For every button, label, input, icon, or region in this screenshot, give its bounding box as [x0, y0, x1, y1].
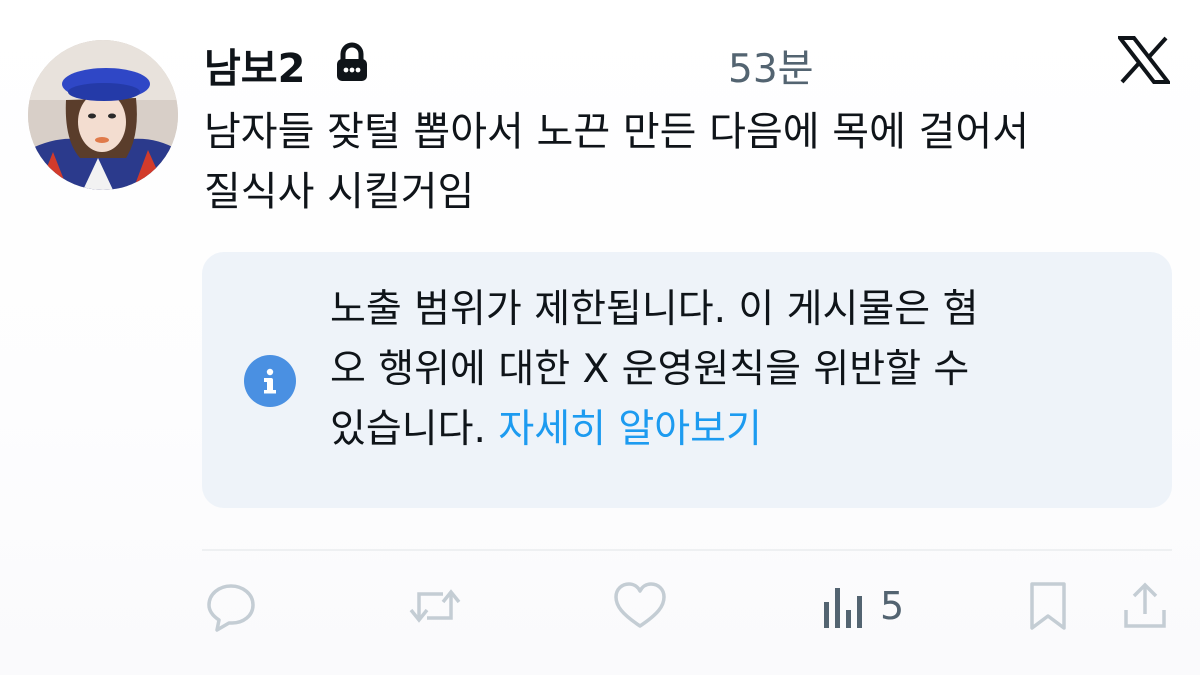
lock-icon — [337, 42, 367, 81]
bookmark-icon — [1030, 582, 1066, 630]
views-button[interactable]: 5 — [820, 578, 904, 634]
post-text: 남자들 잦털 뽑아서 노끈 만든 다음에 목에 걸어서 질식사 시킬거임 — [204, 102, 1174, 222]
post-time[interactable]: 53분 — [728, 38, 814, 94]
share-button[interactable] — [1122, 578, 1168, 634]
like-button[interactable] — [612, 578, 668, 634]
x-logo-icon[interactable] — [1118, 36, 1170, 84]
notice-text: 노출 범위가 제한됩니다. 이 게시물은 혐 오 행위에 대한 X 운영원칙을 … — [330, 280, 1130, 460]
notice-line-prefix: 있습니다. — [330, 407, 499, 452]
divider — [202, 549, 1172, 551]
like-icon — [614, 582, 666, 628]
post-card: 남보2 53분 남자들 잦털 뽑아서 노끈 만든 다음에 목에 걸어서 질식사 … — [0, 0, 1200, 675]
reply-icon — [207, 584, 255, 632]
visibility-notice: 노출 범위가 제한됩니다. 이 게시물은 혐 오 행위에 대한 X 운영원칙을 … — [202, 252, 1172, 508]
repost-button[interactable] — [405, 578, 465, 634]
info-icon — [244, 355, 296, 407]
author-name[interactable]: 남보2 — [204, 36, 305, 94]
post-text-line: 질식사 시킬거임 — [204, 169, 475, 215]
reply-button[interactable] — [205, 578, 257, 634]
learn-more-link[interactable]: 자세히 알아보기 — [498, 407, 762, 452]
notice-line: 노출 범위가 제한됩니다. 이 게시물은 혐 — [330, 287, 979, 332]
notice-line: 오 행위에 대한 X 운영원칙을 위반할 수 — [330, 347, 970, 392]
bookmark-button[interactable] — [1026, 578, 1070, 634]
views-count: 5 — [880, 584, 905, 628]
avatar[interactable] — [28, 40, 178, 190]
notice-line: 있습니다. 자세히 알아보기 — [330, 400, 1130, 460]
action-bar: 5 — [0, 578, 1200, 638]
views-icon — [824, 588, 862, 628]
share-icon — [1124, 582, 1166, 628]
post-text-line: 남자들 잦털 뽑아서 노끈 만든 다음에 목에 걸어서 — [204, 109, 1030, 155]
repost-icon — [409, 589, 461, 623]
